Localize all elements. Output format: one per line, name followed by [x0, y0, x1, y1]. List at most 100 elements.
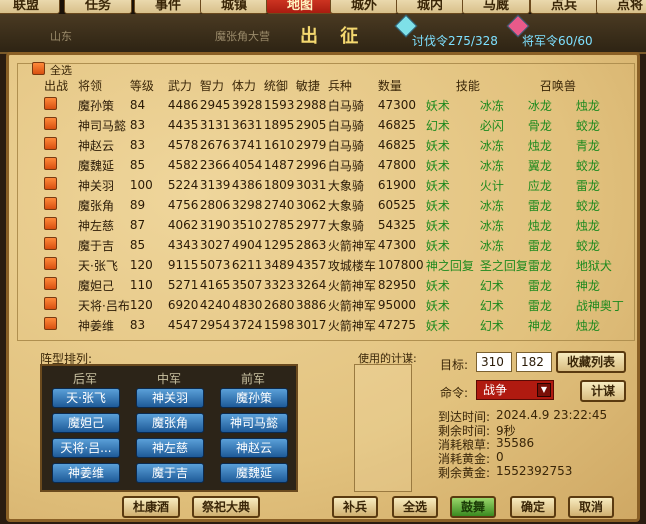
table-cell-zhi: 3190: [199, 218, 231, 232]
table-cell-zhi: 4165: [199, 278, 231, 292]
table-cell-ti: 3298: [231, 198, 263, 212]
table-cell-s2: 冰冻: [479, 158, 504, 173]
table-cell-wu: 4343: [167, 238, 199, 252]
formation-slot[interactable]: 魔张角: [136, 413, 204, 433]
formation-slot[interactable]: 神姜维: [52, 463, 120, 483]
table-row[interactable]: 神左慈 87 4062 3190 3510 2785 2977 大象骑 54325 妖术 冰冻 烛龙 烛…: [44, 215, 628, 235]
cancel-button[interactable]: 取消: [568, 496, 614, 518]
deploy-checkbox[interactable]: [44, 277, 57, 290]
deploy-checkbox[interactable]: [44, 137, 57, 150]
table-cell-tong: 1593: [263, 98, 295, 112]
table-row[interactable]: 天·张飞 120 9115 5073 6211 3489 4357 攻城楼车 107800 神之回…: [44, 255, 628, 275]
formation-slot[interactable]: 天将·吕...: [52, 438, 120, 458]
table-cell-tong: 1610: [263, 138, 295, 152]
table-cell-name: 魔魏延: [78, 158, 115, 173]
table-cell-name: 魔张角: [78, 198, 115, 213]
table-row[interactable]: 神姜维 83 4547 2954 3724 1598 3017 火箭神军 47275 妖术 幻术 神龙…: [44, 315, 628, 335]
table-row[interactable]: 魔魏延 85 4582 2366 4054 1487 2996 白马骑 47800 妖术 冰冻 翼龙 蛟…: [44, 155, 628, 175]
formation-slot[interactable]: 魔孙策: [220, 388, 288, 408]
deploy-checkbox[interactable]: [44, 237, 57, 250]
col-header: 体力: [231, 79, 256, 93]
table-cell-z2: 战神奥丁: [575, 298, 624, 313]
tab-outside[interactable]: 城外: [330, 0, 398, 14]
deploy-checkbox[interactable]: [44, 317, 57, 330]
tab-generals[interactable]: 点将: [596, 0, 646, 14]
formation-slot[interactable]: 神赵云: [220, 438, 288, 458]
table-row[interactable]: 神关羽 100 5224 3139 4386 1809 3031 大象骑 61900 妖术 火计 应龙…: [44, 175, 628, 195]
table-cell-min: 3062: [295, 198, 327, 212]
deploy-checkbox[interactable]: [44, 97, 57, 110]
table-cell-lv: 85: [129, 158, 146, 172]
formation-slot[interactable]: 魔妲己: [52, 413, 120, 433]
table-cell-z2: 烛龙: [575, 318, 600, 333]
table-row[interactable]: 魔孙策 84 4486 2945 3928 1593 2988 白马骑 47300 妖术 冰冻 冰龙 烛…: [44, 95, 628, 115]
formation-slot[interactable]: 魔于吉: [136, 463, 204, 483]
target-y-input[interactable]: 182: [516, 352, 552, 372]
tab-quests[interactable]: 任务: [64, 0, 132, 14]
table-cell-bing: 大象骑: [327, 218, 364, 233]
table-row[interactable]: 神赵云 83 4578 2676 3741 1610 2979 白马骑 46825 妖术 冰冻 烛龙 青…: [44, 135, 628, 155]
tab-alliance[interactable]: 联盟: [0, 0, 60, 14]
favorites-button[interactable]: 收藏列表: [556, 351, 626, 373]
tab-inside[interactable]: 城内: [396, 0, 464, 14]
tab-stable[interactable]: 马厩: [462, 0, 530, 14]
deploy-cell: [44, 135, 78, 155]
deploy-cell: [44, 95, 78, 115]
select-all-checkbox[interactable]: [32, 62, 45, 75]
top-nav: 联盟 任务 事件 城镇 地图 城外 城内 马厩 点兵 点将: [0, 0, 646, 14]
deploy-checkbox[interactable]: [44, 157, 57, 170]
table-cell-z1: 雷龙: [527, 258, 552, 273]
deploy-checkbox[interactable]: [44, 117, 57, 130]
dialog-header: 山东 魔张角大营 出 征 讨伐令275/328 将军令60/60: [0, 14, 646, 54]
formation-slot[interactable]: 天·张飞: [52, 388, 120, 408]
table-cell-bing: 大象骑: [327, 198, 364, 213]
table-cell-tong: 1809: [263, 178, 295, 192]
command-select[interactable]: 战争 ▼: [476, 380, 554, 400]
table-cell-zhi: 3131: [199, 118, 231, 132]
tab-towns[interactable]: 城镇: [200, 0, 268, 14]
sacrifice-ceremony-button[interactable]: 祭祀大典: [192, 496, 260, 518]
deploy-cell: [44, 155, 78, 175]
replenish-troops-button[interactable]: 补兵: [332, 496, 378, 518]
dropdown-arrow-icon[interactable]: ▼: [537, 383, 551, 397]
formation-slot[interactable]: 神关羽: [136, 388, 204, 408]
confirm-button[interactable]: 确定: [510, 496, 556, 518]
encourage-button[interactable]: 鼓舞: [450, 496, 496, 518]
col-header: 敏捷: [295, 79, 320, 93]
tab-map[interactable]: 地图: [266, 0, 334, 14]
plan-button[interactable]: 计谋: [580, 380, 626, 402]
formation-slot[interactable]: 神司马懿: [220, 413, 288, 433]
deploy-checkbox[interactable]: [44, 177, 57, 190]
deploy-checkbox[interactable]: [44, 217, 57, 230]
tab-events[interactable]: 事件: [134, 0, 202, 14]
table-row[interactable]: 天将·吕布 120 6920 4240 4830 2680 3886 火箭神军 95000 妖术 幻…: [44, 295, 628, 315]
table-cell-z1: 烛龙: [527, 218, 552, 233]
table-cell-s2: 冰冻: [479, 198, 504, 213]
table-cell-z2: 地狱犬: [575, 258, 612, 273]
deploy-checkbox[interactable]: [44, 297, 57, 310]
dukang-wine-button[interactable]: 杜康酒: [122, 496, 180, 518]
table-cell-wu: 9115: [167, 258, 199, 272]
target-x-input[interactable]: 310: [476, 352, 512, 372]
formation-slot[interactable]: 魔魏延: [220, 463, 288, 483]
tab-soldiers[interactable]: 点兵: [530, 0, 598, 14]
table-cell-name: 神左慈: [78, 218, 115, 233]
deploy-checkbox[interactable]: [44, 257, 57, 270]
select-all-button[interactable]: 全选: [392, 496, 438, 518]
table-cell-z1: 雷龙: [527, 278, 552, 293]
deploy-cell: [44, 195, 78, 215]
formation-slot[interactable]: 神左慈: [136, 438, 204, 458]
deploy-cell: [44, 295, 78, 315]
table-row[interactable]: 魔于吉 85 4343 3027 4904 1295 2863 火箭神军 47300 妖术 冰冻 雷龙…: [44, 235, 628, 255]
table-cell-name: 魔孙策: [78, 98, 115, 113]
table-cell-s2: 圣之回复: [479, 258, 528, 273]
table-cell-z1: 骨龙: [527, 118, 552, 133]
table-row[interactable]: 魔张角 89 4756 2806 3298 2740 3062 大象骑 60525 妖术 冰冻 雷龙 蛟…: [44, 195, 628, 215]
used-plans-list[interactable]: [354, 364, 412, 492]
col-header: 技能: [455, 79, 480, 93]
table-row[interactable]: 神司马懿 83 4435 3131 3631 1895 2905 白马骑 46825 幻术 必闪 骨龙…: [44, 115, 628, 135]
table-row[interactable]: 魔妲己 110 5271 4165 3507 3323 3264 火箭神军 82950 妖术 幻术 雷…: [44, 275, 628, 295]
table-cell-ti: 3631: [231, 118, 263, 132]
table-cell-z1: 冰龙: [527, 98, 552, 113]
deploy-checkbox[interactable]: [44, 197, 57, 210]
